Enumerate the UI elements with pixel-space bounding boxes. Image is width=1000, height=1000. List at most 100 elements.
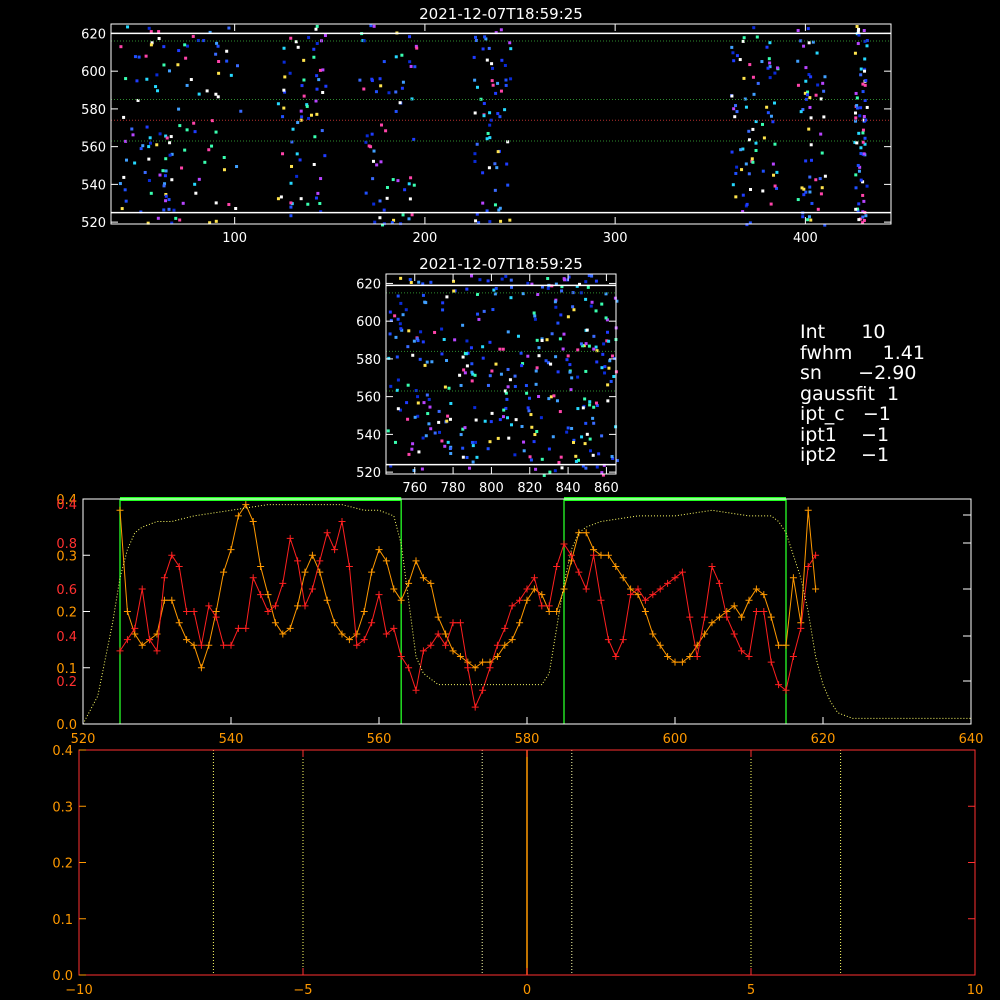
- middle-raster-pixel: [570, 426, 574, 430]
- middle-raster-pixel: [539, 416, 543, 420]
- middle-raster-pixel: [520, 424, 524, 428]
- top-raster-pixel: [742, 76, 746, 80]
- middle-raster-pixel: [554, 355, 558, 359]
- top-raster-pixel: [854, 91, 858, 95]
- top-raster-pixel: [302, 78, 306, 82]
- top-raster-pixel: [306, 202, 310, 206]
- profile-series-1-point: [693, 653, 701, 660]
- profile-xtick-label: 540: [219, 732, 244, 747]
- top-raster-pixel: [799, 110, 803, 114]
- top-raster-pixel: [859, 67, 863, 71]
- top-raster-pixel: [773, 71, 777, 75]
- top-raster-pixel: [732, 107, 736, 111]
- top-raster-pixel: [796, 83, 800, 87]
- top-raster-pixel: [158, 132, 162, 136]
- top-raster-pixel: [168, 153, 172, 157]
- middle-raster-pixel: [425, 360, 429, 364]
- top-raster-pixel: [144, 54, 148, 58]
- top-raster-pixel: [814, 93, 818, 97]
- middle-raster-pixel: [535, 338, 539, 342]
- middle-raster-pixel: [496, 436, 500, 440]
- profile-series-1-point: [316, 557, 324, 565]
- middle-raster-pixel: [506, 367, 510, 371]
- info-fwhm: fwhm 1.41: [800, 341, 925, 364]
- middle-raster-pixel: [420, 467, 424, 471]
- profile-series-0-point: [168, 596, 176, 604]
- top-raster-pixel: [819, 132, 823, 136]
- top-raster-pixel: [298, 158, 302, 162]
- top-raster-pixel: [229, 73, 233, 77]
- middle-raster-pixel: [498, 347, 502, 351]
- profile-series-0-point: [249, 518, 257, 525]
- top-raster-pixel: [210, 144, 214, 148]
- profile-series-0-point: [220, 568, 228, 576]
- top-raster-pixel: [314, 196, 318, 200]
- top-raster-pixel: [747, 172, 751, 176]
- middle-raster-pixel: [422, 401, 426, 405]
- profile-series-1-point: [323, 529, 331, 537]
- middle-raster-pixel: [470, 362, 474, 366]
- top-raster-pixel: [176, 63, 180, 67]
- top-raster-pixel: [312, 47, 316, 51]
- top-raster-pixel: [384, 129, 388, 133]
- middle-raster-pixel: [488, 374, 492, 378]
- top-raster-pixel: [299, 109, 303, 113]
- profile-series-0-point: [301, 568, 309, 576]
- top-raster-pixel: [155, 73, 159, 77]
- top-raster-pixel: [823, 75, 827, 79]
- middle-raster-pixel: [589, 304, 593, 308]
- top-raster-pixel: [372, 24, 376, 28]
- top-raster-pixel: [483, 35, 487, 39]
- middle-raster-pixel: [441, 301, 445, 305]
- middle-raster-pixel: [421, 293, 425, 297]
- top-raster-pixel: [772, 101, 776, 105]
- top-raster-pixel: [863, 136, 867, 140]
- middle-raster-pixel: [445, 419, 449, 423]
- profile-series-1-point: [789, 653, 797, 660]
- profile-ytick-label-orange: 0.0: [56, 718, 77, 733]
- top-raster-pixel: [744, 105, 748, 109]
- middle-raster-pixel: [588, 437, 592, 441]
- top-raster-pixel: [490, 79, 494, 83]
- top-raster-pixel: [750, 157, 754, 161]
- middle-raster-pixel: [399, 276, 403, 280]
- profile-series-1-point: [286, 534, 294, 542]
- middle-raster-pixel: [441, 308, 445, 312]
- top-raster-pixel: [407, 217, 411, 221]
- middle-raster-pixel: [563, 278, 567, 282]
- middle-raster-pixel: [591, 416, 595, 420]
- middle-raster-pixel: [592, 347, 596, 351]
- top-raster-pixel: [796, 198, 800, 202]
- top-raster-pixel: [401, 213, 405, 217]
- top-raster-frame: [110, 23, 892, 225]
- top-raster-pixel: [485, 137, 489, 141]
- profile-series-1-point: [234, 624, 242, 632]
- top-raster-pixel: [320, 129, 324, 133]
- top-raster-pixel: [133, 55, 137, 59]
- top-raster-pixel: [370, 132, 374, 136]
- top-raster-pixel: [387, 91, 391, 95]
- profile-series-1-point: [257, 591, 265, 599]
- top-raster-pixel: [222, 168, 226, 172]
- top-raster-pixel: [814, 178, 818, 182]
- middle-raster-pixel: [447, 386, 451, 390]
- middle-raster-pixel: [604, 316, 608, 320]
- profile-series-1-point: [723, 613, 731, 621]
- top-raster-pixel: [481, 171, 485, 175]
- top-raster-pixel: [481, 47, 485, 51]
- middle-raster-pixel: [558, 337, 562, 341]
- top-raster-pixel: [857, 131, 861, 135]
- middle-raster-pixel: [560, 289, 564, 293]
- bottom-xtick-label: 5: [747, 983, 755, 998]
- middle-raster-pixel: [549, 395, 553, 399]
- middle-raster-pixel: [461, 446, 465, 450]
- top-raster-pixel: [215, 41, 219, 45]
- top-raster-pixel: [118, 182, 122, 186]
- top-raster-pixel: [291, 127, 295, 131]
- top-raster-pixel: [497, 208, 501, 212]
- middle-raster-pixel: [494, 362, 498, 366]
- top-raster-pixel: [487, 166, 491, 170]
- top-raster-pixel: [810, 201, 814, 205]
- top-raster-pixel: [147, 157, 151, 161]
- top-raster-pixel: [809, 116, 813, 120]
